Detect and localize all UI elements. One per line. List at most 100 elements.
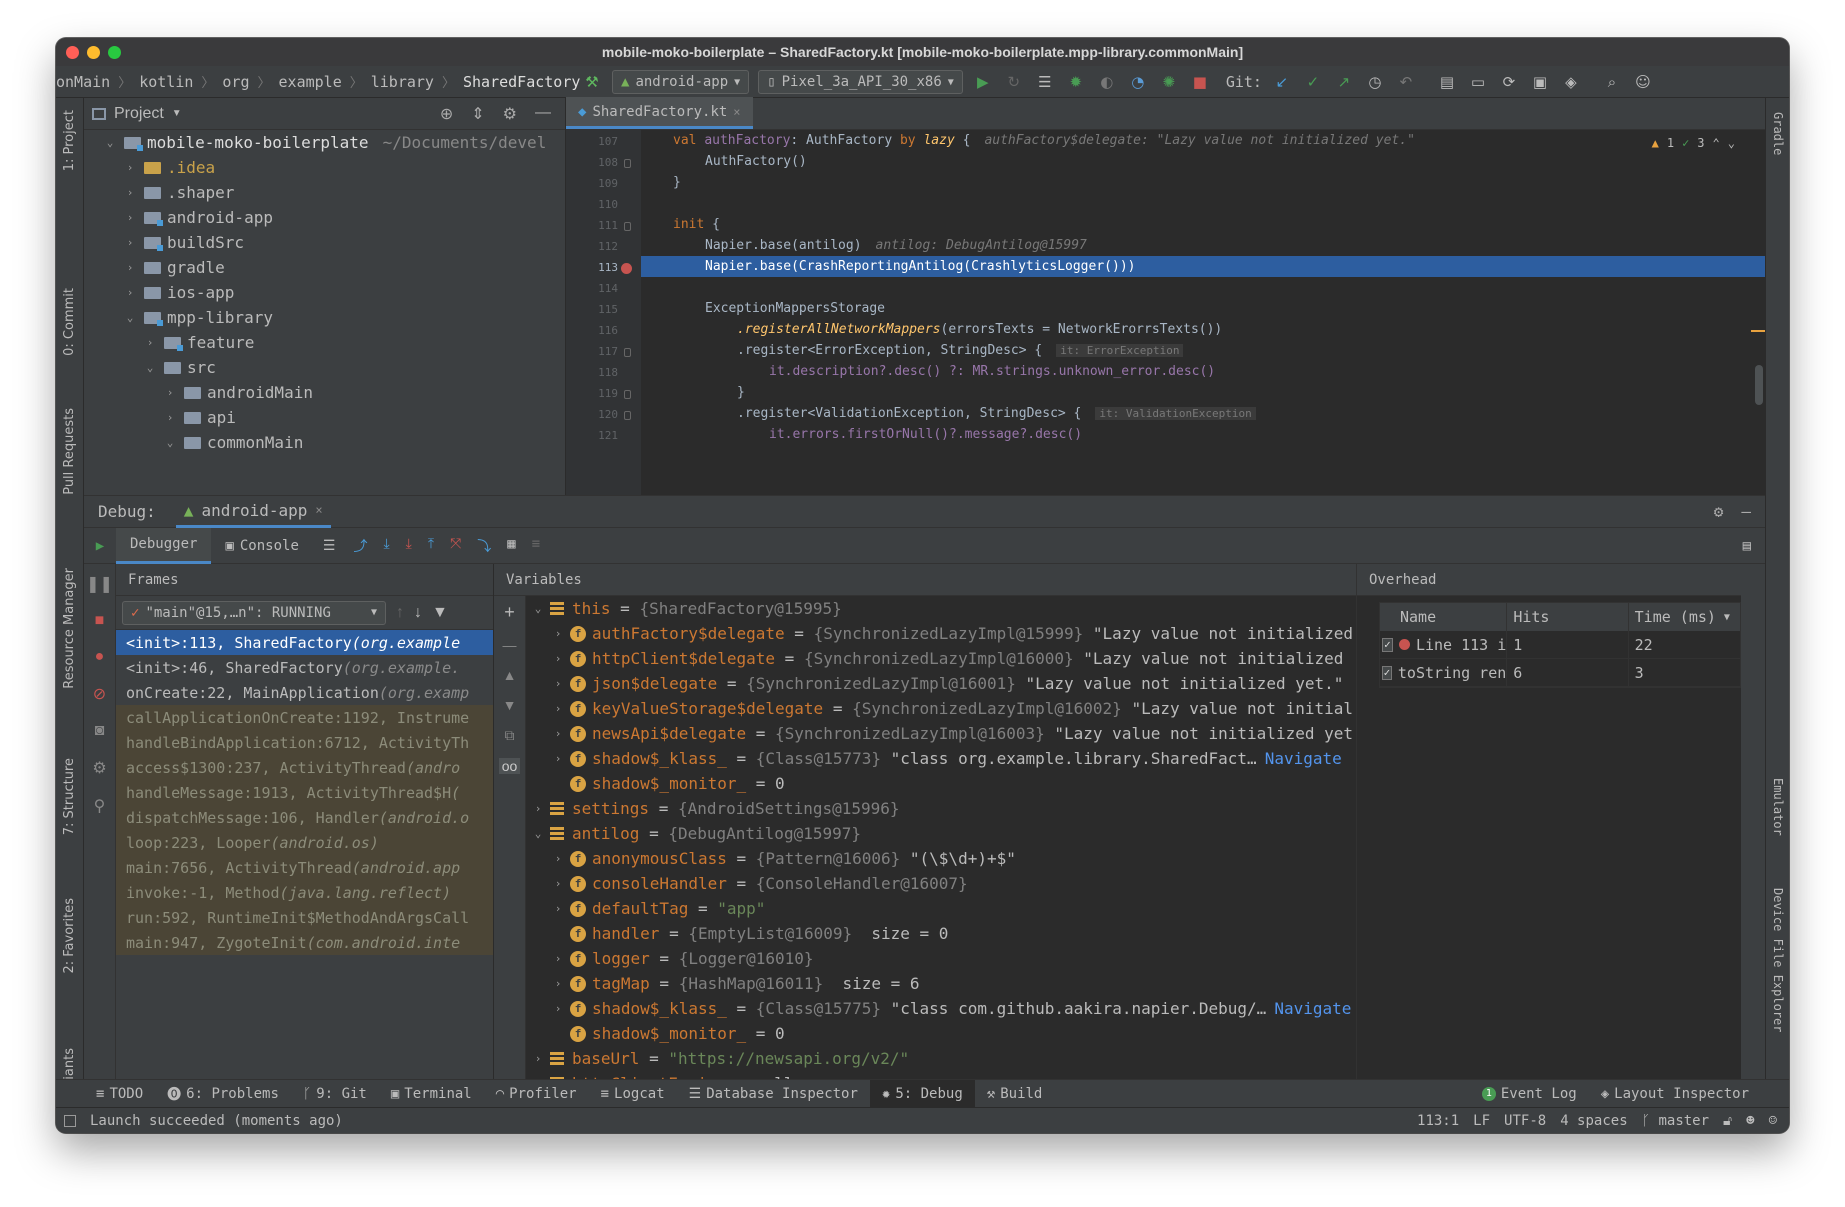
tool-window-button[interactable]: ✹ 5: Debug [869, 1079, 975, 1108]
chevron-right-icon[interactable]: › [550, 1002, 566, 1015]
breadcrumb-item[interactable]: onMain [56, 73, 110, 91]
chevron-right-icon[interactable]: › [124, 211, 136, 224]
variable-row[interactable]: › f shadow$_klass_ = {Class@15773} "class … [526, 746, 1356, 771]
hammer-build-icon[interactable]: ⚒ [581, 71, 603, 93]
variable-row[interactable]: › f newsApi$delegate = {SynchronizedLazyIm… [526, 721, 1356, 746]
attach-debugger-icon[interactable]: ◐ [1096, 71, 1118, 93]
variable-row[interactable]: › baseUrl = "https://newsapi.org/v2/" [526, 1046, 1356, 1071]
tab-console[interactable]: ▣ Console [211, 528, 312, 564]
navigate-link[interactable]: Navigate [1265, 749, 1342, 768]
tool-window-button[interactable]: ≡ TODO [84, 1080, 155, 1108]
arrow-down-icon[interactable]: ↓ [414, 604, 422, 622]
project-view-select[interactable]: Project [114, 105, 164, 123]
frame-row[interactable]: handleBindApplication:6712, ActivityTh [116, 730, 493, 755]
tree-item[interactable]: › androidMain [84, 380, 565, 405]
tree-item[interactable]: ⌄ commonMain [84, 430, 565, 455]
tab-device-file-explorer[interactable]: Device File Explorer [1771, 888, 1785, 1033]
breadcrumb-item[interactable]: kotlin [139, 73, 193, 91]
chevron-right-icon[interactable]: › [550, 677, 566, 690]
editor-scrollbar[interactable] [1755, 365, 1763, 405]
code-area[interactable]: ▲ 1 ✓ 3 ⌃ ⌄ val authFactory: AuthFactory b… [641, 130, 1765, 495]
chevron-up-icon[interactable]: ⌃ [1713, 136, 1720, 150]
layout-icon[interactable]: ▤ [1743, 538, 1751, 554]
chevron-right-icon[interactable]: › [124, 286, 136, 299]
variable-row[interactable]: › f authFactory$delegate = {SynchronizedLa… [526, 621, 1356, 646]
remove-watch-icon[interactable]: — [503, 637, 517, 653]
breadcrumb-item[interactable]: SharedFactory [463, 73, 580, 91]
chevron-right-icon[interactable]: › [550, 752, 566, 765]
close-icon[interactable]: × [733, 105, 740, 119]
frame-row[interactable]: callApplicationOnCreate:1192, Instrume [116, 705, 493, 730]
tool-window-button[interactable]: ᚴ 9: Git [291, 1080, 379, 1108]
debug-bug-icon[interactable]: ✹ [1065, 71, 1087, 93]
run-config-select[interactable]: ▲ android-app ▼ [612, 70, 750, 94]
inspection-icon[interactable]: ☻ [1746, 1113, 1754, 1129]
tab-commit[interactable]: 0: Commit [62, 288, 77, 356]
variable-row[interactable]: › f tagMap = {HashMap@16011} size = 6 [526, 971, 1356, 996]
variable-row[interactable]: › settings = {AndroidSettings@15996} [526, 796, 1356, 821]
frame-row[interactable]: <init>:113, SharedFactory (org.example [116, 630, 493, 655]
feedback-icon[interactable]: ☺ [1769, 1113, 1777, 1129]
enable-checkbox[interactable]: ✓ [1382, 637, 1393, 652]
chevron-right-icon[interactable]: › [550, 652, 566, 665]
chevron-right-icon[interactable]: › [124, 186, 136, 199]
chevron-right-icon[interactable]: › [144, 336, 156, 349]
evaluate-expression-icon[interactable]: ▦ [507, 536, 515, 556]
chevron-right-icon[interactable]: › [550, 852, 566, 865]
gear-icon[interactable]: ⚙ [1714, 502, 1724, 521]
frame-row[interactable]: onCreate:22, MainApplication (org.examp [116, 680, 493, 705]
breadcrumb-item[interactable]: library [371, 73, 434, 91]
add-watch-icon[interactable]: + [504, 602, 515, 623]
fold-icon[interactable] [624, 390, 631, 399]
variable-row[interactable]: › f json$delegate = {SynchronizedLazyImpl@… [526, 671, 1356, 696]
chevron-down-icon[interactable]: ⌄ [530, 602, 546, 615]
avd-manager-icon[interactable]: ▣ [1529, 71, 1551, 93]
fold-icon[interactable] [624, 348, 631, 357]
navigate-link[interactable]: Navigate [1274, 999, 1351, 1018]
breadcrumb-item[interactable]: example [279, 73, 342, 91]
run-to-cursor-icon[interactable]: ⤵ [477, 536, 491, 556]
pin-icon[interactable]: ⚲ [94, 796, 106, 816]
fold-icon[interactable] [624, 222, 631, 231]
run-icon[interactable]: ▶ [972, 71, 994, 93]
tree-item[interactable]: ⌄ src [84, 355, 565, 380]
tab-favorites[interactable]: 2: Favorites [62, 898, 77, 974]
tree-item[interactable]: › buildSrc [84, 230, 565, 255]
event-log-button[interactable]: 1 Event Log [1470, 1080, 1589, 1108]
stop-icon[interactable]: ■ [95, 612, 105, 630]
sync-icon[interactable]: ⟳ [1498, 71, 1520, 93]
tab-resource-manager[interactable]: Resource Manager [62, 568, 77, 689]
chevron-right-icon[interactable]: › [550, 902, 566, 915]
variable-row[interactable]: f shadow$_monitor_ = 0 [526, 771, 1356, 796]
tree-item[interactable]: › .idea [84, 155, 565, 180]
variable-row[interactable]: › f defaultTag = "app" [526, 896, 1356, 921]
step-over-icon[interactable]: ⤓ [383, 536, 389, 556]
layout-inspector-icon[interactable]: ◈ [1560, 71, 1582, 93]
minimize-window-button[interactable] [87, 46, 100, 59]
move-up-icon[interactable]: ▲ [503, 667, 517, 683]
chevron-right-icon[interactable]: › [530, 802, 546, 815]
tree-item[interactable]: ⌄ mobile-moko-boilerplate ~/Documents/deve… [84, 130, 565, 155]
duplicate-icon[interactable]: ⧉ [505, 727, 515, 744]
profile-icon[interactable]: ◔ [1127, 71, 1149, 93]
sdk-manager-icon[interactable]: ▭ [1467, 71, 1489, 93]
chevron-down-icon[interactable]: ⌄ [124, 311, 136, 324]
git-update-icon[interactable]: ↙ [1271, 71, 1293, 93]
cursor-position[interactable]: 113:1 [1417, 1113, 1459, 1129]
fold-icon[interactable] [624, 411, 631, 420]
breadcrumb-item[interactable]: org [222, 73, 249, 91]
tab-structure[interactable]: 7: Structure [62, 758, 77, 835]
glasses-icon[interactable]: oo [498, 758, 521, 774]
hide-panel-icon[interactable]: — [1741, 502, 1751, 521]
chevron-down-icon[interactable]: ▼ [172, 108, 182, 119]
tab-debugger[interactable]: Debugger [116, 527, 212, 564]
variable-row[interactable]: › f httpClient$delegate = {SynchronizedLaz… [526, 646, 1356, 671]
variable-row[interactable]: › f consoleHandler = {ConsoleHandler@16007… [526, 871, 1356, 896]
frame-row[interactable]: access$1300:237, ActivityThread (andro [116, 755, 493, 780]
git-commit-icon[interactable]: ✓ [1302, 71, 1324, 93]
close-icon[interactable]: × [315, 503, 322, 517]
variable-row[interactable]: › f keyValueStorage$delegate = {Synchroniz… [526, 696, 1356, 721]
avatar[interactable]: ☺ [1632, 71, 1654, 93]
step-into-icon[interactable]: ⤓ [406, 536, 412, 556]
git-push-icon[interactable]: ↗ [1333, 71, 1355, 93]
